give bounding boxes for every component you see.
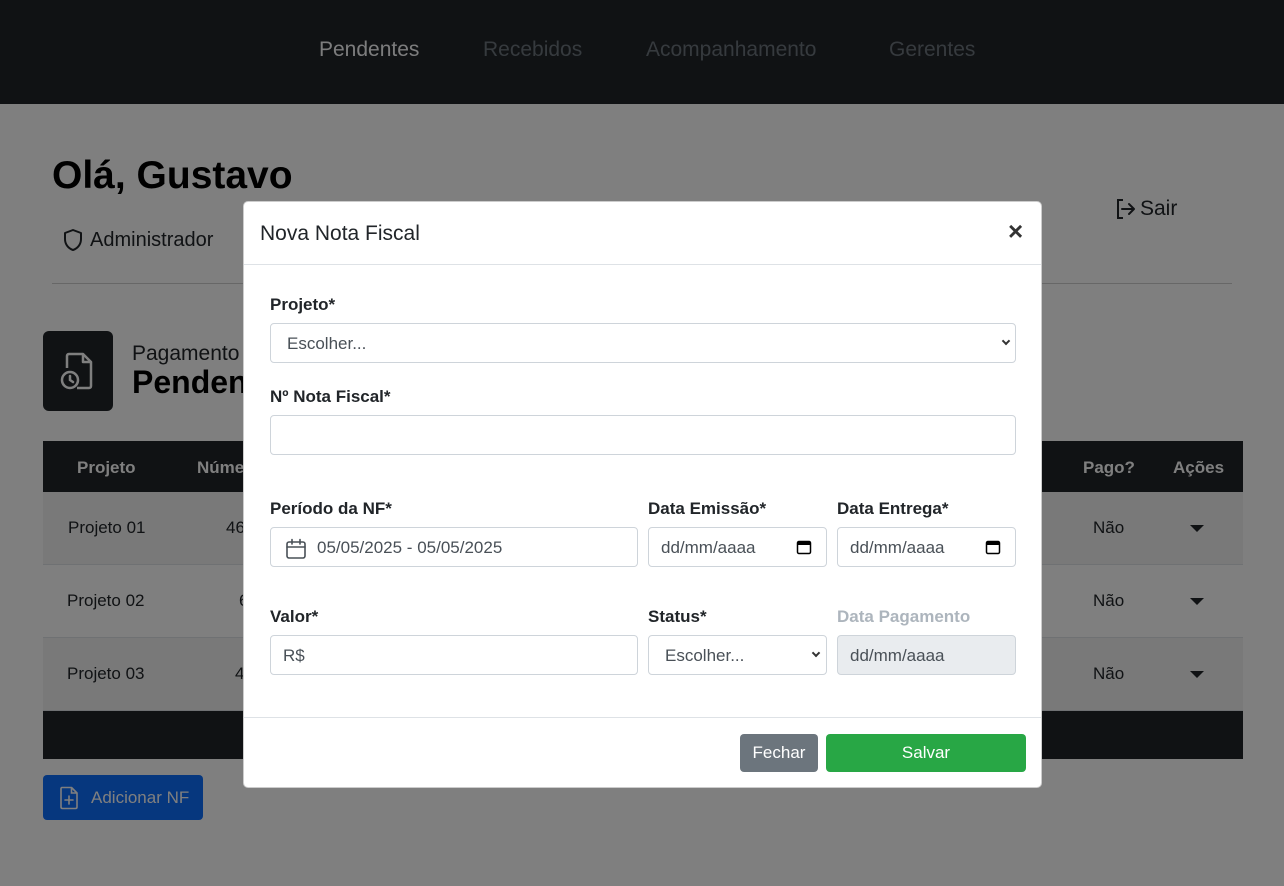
periodo-daterange-input[interactable]: 05/05/2025 - 05/05/2025 — [270, 527, 638, 567]
status-select[interactable]: Escolher... — [648, 635, 827, 675]
calendar-picker-icon[interactable] — [985, 539, 1001, 555]
periodo-value: 05/05/2025 - 05/05/2025 — [317, 538, 503, 557]
salvar-button[interactable]: Salvar — [826, 734, 1026, 772]
valor-label: Valor* — [270, 607, 319, 626]
fechar-button[interactable]: Fechar — [740, 734, 818, 772]
data-pagamento-placeholder: dd/mm/aaaa — [850, 646, 945, 665]
calendar-icon — [286, 538, 306, 559]
data-emissao-input[interactable]: dd/mm/aaaa — [648, 527, 827, 567]
data-emissao-label: Data Emissão* — [648, 499, 767, 518]
data-pagamento-input: dd/mm/aaaa — [837, 635, 1016, 675]
projeto-label: Projeto* — [270, 295, 336, 314]
periodo-label: Período da NF* — [270, 499, 392, 518]
chevron-down-icon — [811, 648, 821, 658]
data-entrega-label: Data Entrega* — [837, 499, 949, 518]
calendar-picker-icon[interactable] — [796, 539, 812, 555]
nota-fiscal-label: Nº Nota Fiscal* — [270, 387, 391, 406]
status-label: Status* — [648, 607, 707, 626]
valor-placeholder: R$ — [283, 646, 305, 665]
projeto-select[interactable]: Escolher... — [270, 323, 1016, 363]
modal-header: Nova Nota Fiscal × — [244, 202, 1041, 265]
nota-fiscal-input[interactable] — [270, 415, 1016, 455]
data-entrega-placeholder: dd/mm/aaaa — [850, 538, 945, 557]
close-icon[interactable]: × — [1008, 218, 1023, 244]
projeto-select-value: Escolher... — [287, 334, 367, 353]
status-select-value: Escolher... — [665, 646, 745, 665]
data-pagamento-label: Data Pagamento — [837, 607, 971, 626]
chevron-down-icon — [1001, 336, 1011, 346]
modal-title: Nova Nota Fiscal — [260, 222, 420, 245]
data-entrega-input[interactable]: dd/mm/aaaa — [837, 527, 1016, 567]
data-emissao-placeholder: dd/mm/aaaa — [661, 538, 756, 557]
nova-nota-fiscal-modal: Nova Nota Fiscal × Projeto* Escolher... … — [243, 201, 1042, 788]
valor-input[interactable]: R$ — [270, 635, 638, 675]
